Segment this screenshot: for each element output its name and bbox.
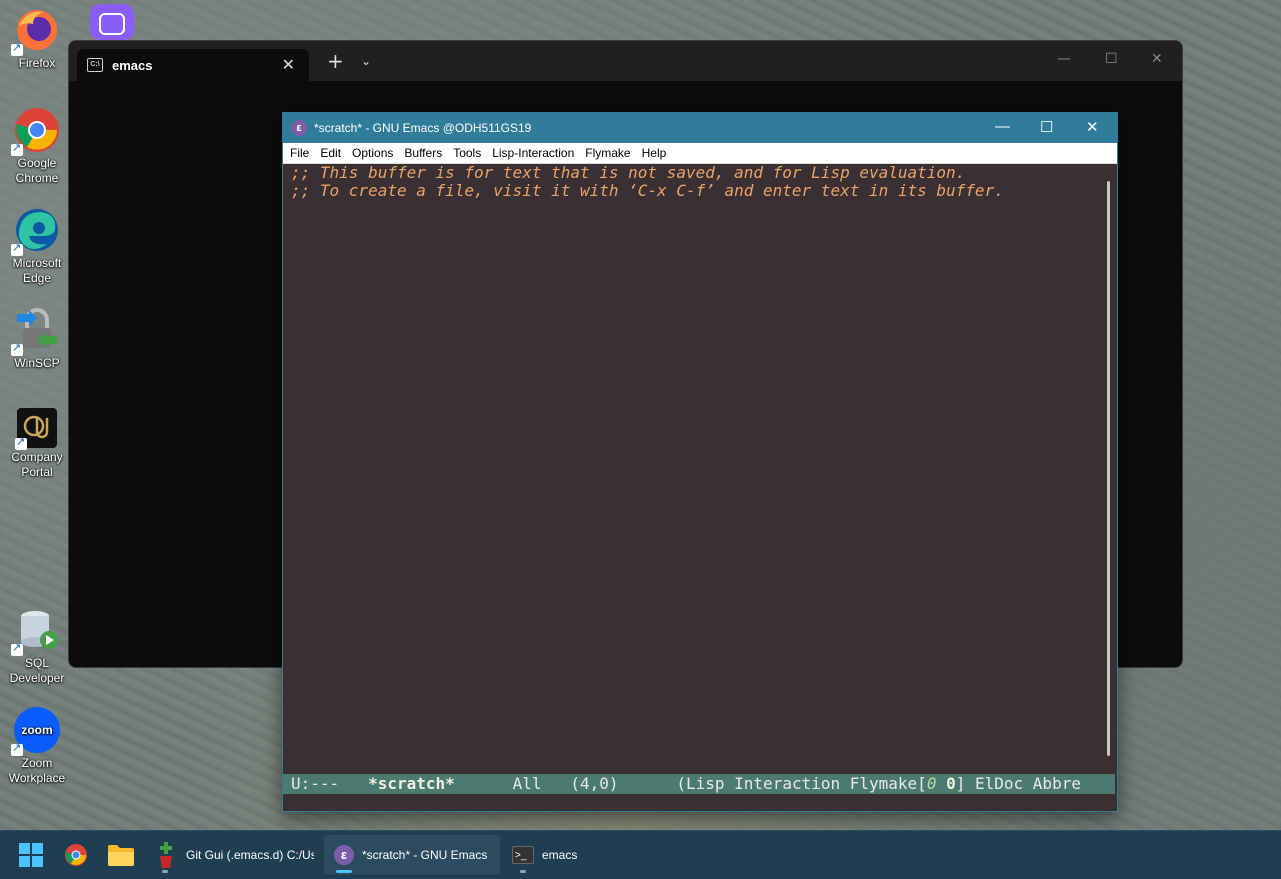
close-button[interactable]: ✕: [1151, 51, 1163, 67]
minimize-button[interactable]: —: [995, 118, 1010, 135]
desktop-icon-label: Google Chrome: [15, 156, 59, 185]
running-indicator: [520, 870, 526, 873]
minimize-button[interactable]: —: [1057, 51, 1071, 67]
menu-options[interactable]: Options: [352, 146, 393, 160]
desktop-icon-label: Company Portal: [11, 450, 63, 479]
editor-buffer[interactable]: ;; This buffer is for text that is not s…: [283, 164, 1105, 773]
flymake-errors[interactable]: 0: [927, 774, 937, 793]
maximize-button[interactable]: ☐: [1105, 51, 1118, 67]
desktop-icon-zoom[interactable]: zoom Zoom Workplace: [1, 706, 73, 786]
winscp-icon: [11, 306, 61, 356]
menu-tools[interactable]: Tools: [453, 146, 481, 160]
firefox-icon: [11, 6, 61, 56]
windows-icon: [19, 843, 43, 867]
desktop-icon-label: Firefox: [18, 56, 56, 70]
flymake-warnings[interactable]: 0: [946, 774, 956, 793]
modeline-modes[interactable]: (Lisp Interaction Flymake[: [676, 774, 926, 793]
modeline-status: U:---: [291, 774, 340, 793]
chevron-down-icon[interactable]: ⌄: [361, 54, 371, 68]
modeline-modes-suffix: ] ElDoc Abbre: [955, 774, 1081, 793]
menu-file[interactable]: File: [290, 146, 309, 160]
modeline-buffer-name[interactable]: *scratch*: [368, 774, 455, 793]
modeline-position: All: [512, 774, 542, 793]
menu-bar: File Edit Options Buffers Tools Lisp-Int…: [283, 143, 1117, 164]
window-title: *scratch* - GNU Emacs @ODH511GS19: [314, 121, 532, 135]
running-indicator: [162, 870, 168, 873]
taskbar: Git Gui (.emacs.d) C:/Use ε *scratch* - …: [0, 830, 1281, 879]
desktop-icon-company-portal[interactable]: Company Portal: [1, 408, 73, 480]
minibuffer[interactable]: [283, 794, 1115, 810]
chrome-icon: [11, 106, 61, 156]
scrollbar[interactable]: [1107, 181, 1110, 756]
modeline-line-col: (4,0): [570, 774, 619, 793]
app-icon: [88, 4, 136, 40]
menu-help[interactable]: Help: [642, 146, 667, 160]
edge-icon: [11, 206, 61, 256]
task-label: Git Gui (.emacs.d) C:/Use: [186, 848, 314, 862]
emacs-window[interactable]: ε *scratch* - GNU Emacs @ODH511GS19 — ☐ …: [282, 112, 1118, 812]
company-portal-icon: [15, 408, 57, 450]
start-button[interactable]: [19, 831, 43, 879]
emacs-icon: ε: [291, 120, 307, 136]
database-icon: [11, 606, 61, 656]
taskbar-emacs[interactable]: ε *scratch* - GNU Emacs: [324, 835, 500, 875]
task-label: *scratch* - GNU Emacs: [362, 848, 488, 862]
taskbar-git-gui[interactable]: Git Gui (.emacs.d) C:/Use: [150, 835, 316, 875]
desktop-icon-winscp[interactable]: WinSCP: [1, 306, 73, 371]
desktop-icon-label: WinSCP: [14, 356, 60, 370]
menu-edit[interactable]: Edit: [320, 146, 341, 160]
taskbar-chrome[interactable]: [64, 831, 88, 879]
folder-icon: [108, 845, 134, 866]
tab-title: emacs: [112, 58, 153, 73]
desktop-icon-fax[interactable]: [76, 4, 148, 42]
desktop-icon-sql-developer[interactable]: SQL Developer: [1, 606, 73, 686]
tab-close-icon[interactable]: ✕: [282, 55, 295, 75]
terminal-icon: C:\: [87, 58, 103, 72]
terminal-titlebar[interactable]: C:\ emacs ✕ + ⌄ — ☐ ✕: [69, 41, 1182, 81]
menu-lisp-interaction[interactable]: Lisp-Interaction: [492, 146, 574, 160]
desktop-icon-edge[interactable]: Microsoft Edge: [1, 206, 73, 286]
task-label: emacs: [542, 848, 578, 862]
taskbar-terminal[interactable]: >_ emacs: [506, 835, 606, 875]
chrome-icon: [65, 844, 87, 866]
zoom-icon: zoom: [11, 706, 61, 756]
desktop-icon-chrome[interactable]: Google Chrome: [1, 106, 73, 186]
new-tab-button[interactable]: +: [327, 51, 344, 71]
active-indicator: [336, 870, 352, 873]
desktop-icon-firefox[interactable]: Firefox: [1, 6, 73, 71]
menu-flymake[interactable]: Flymake: [585, 146, 630, 160]
menu-buffers[interactable]: Buffers: [404, 146, 442, 160]
terminal-tab[interactable]: C:\ emacs ✕: [77, 49, 309, 81]
desktop-icon-label: Zoom Workplace: [8, 756, 66, 785]
git-icon: [160, 842, 172, 868]
terminal-icon: >_: [512, 846, 534, 864]
buffer-line: ;; To create a file, visit it with ‘C-x …: [291, 181, 1004, 200]
emacs-titlebar[interactable]: ε *scratch* - GNU Emacs @ODH511GS19 — ☐ …: [283, 113, 1117, 143]
desktop-icon-label: SQL Developer: [9, 656, 65, 685]
taskbar-file-explorer[interactable]: [108, 831, 134, 879]
emacs-icon: ε: [334, 845, 354, 865]
buffer-line: ;; This buffer is for text that is not s…: [291, 163, 966, 182]
svg-text:zoom: zoom: [21, 723, 52, 737]
mode-line: U:--- *scratch* All (4,0) (Lisp Interact…: [283, 774, 1115, 794]
close-button[interactable]: ✕: [1086, 118, 1099, 136]
desktop-icon-label: Microsoft Edge: [12, 256, 62, 285]
maximize-button[interactable]: ☐: [1040, 118, 1053, 136]
